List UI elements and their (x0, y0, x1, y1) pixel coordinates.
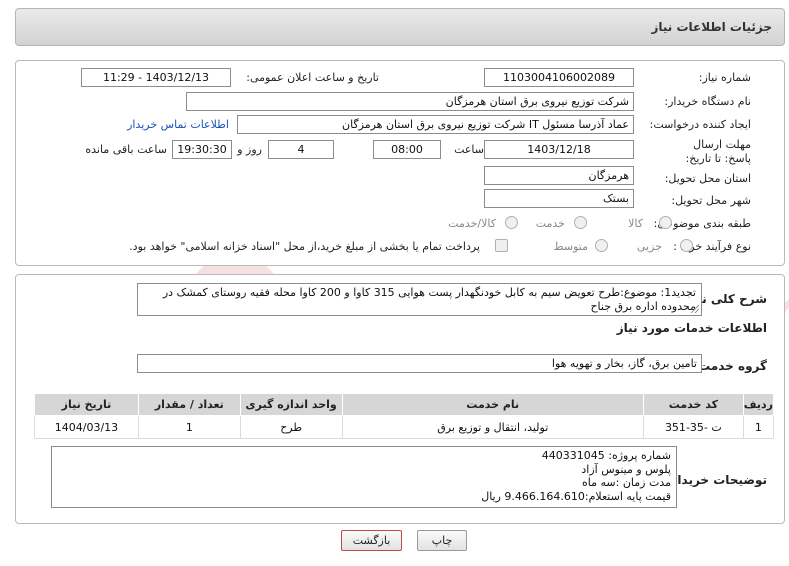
category-goods-label: کالا (628, 217, 643, 230)
col-service-code: کد خدمت (642, 393, 744, 416)
buyer-notes-line: شماره پروژه: 440331045 (541, 449, 671, 462)
col-service-name: نام خدمت (341, 393, 644, 416)
province-label: استان محل تحویل: (664, 172, 751, 185)
category-goods-radio[interactable] (659, 216, 672, 229)
services-table-header: ردیف کد خدمت نام خدمت واحد اندازه گیری ت… (34, 393, 775, 416)
deadline-label: مهلت ارسال پاسخ: تا تاریخ: (681, 138, 751, 166)
process-medium-radio[interactable] (595, 239, 608, 252)
category-goods-service-radio[interactable] (505, 216, 518, 229)
table-row[interactable]: 1 ت -35-351 تولید، انتقال و توزیع برق طر… (34, 415, 775, 439)
buyer-notes-line: پلوس و مینوس آزاد (581, 462, 671, 476)
col-row: ردیف (742, 393, 775, 416)
remaining-days-field[interactable]: 4 (268, 140, 334, 159)
page-title: جزئیات اطلاعات نیاز (651, 20, 772, 34)
deadline-date-field[interactable]: 1403/12/18 (484, 140, 634, 159)
cell-quantity: 1 (137, 415, 241, 439)
summary-text: تجدید1: موضوع:طرح تعویض سیم به کابل خودن… (162, 286, 696, 313)
need-number-label: شماره نیاز: (698, 71, 751, 84)
category-goods-service-label: کالا/خدمت (448, 217, 496, 230)
print-button[interactable]: چاپ (417, 530, 467, 551)
treasury-payment-checkbox[interactable] (495, 239, 508, 252)
deadline-time-field[interactable]: 08:00 (373, 140, 441, 159)
requester-label: ایجاد کننده درخواست: (649, 118, 751, 131)
service-group-field[interactable]: تامین برق، گاز، بخار و تهویه هوا (137, 354, 702, 373)
deadline-label-text: مهلت ارسال پاسخ: تا تاریخ: (685, 138, 751, 165)
cell-service-code: ت -35-351 (642, 415, 744, 439)
process-minor-label: جزیی (636, 240, 662, 253)
page-header: جزئیات اطلاعات نیاز (15, 8, 785, 46)
services-table: ردیف کد خدمت نام خدمت واحد اندازه گیری ت… (34, 393, 775, 439)
cell-unit: طرح (239, 415, 343, 439)
service-group-label: گروه خدمت: (693, 359, 767, 373)
process-medium-label: متوسط (553, 240, 588, 253)
buyer-org-label: نام دستگاه خریدار: (664, 95, 751, 108)
back-button[interactable]: بازگشت (341, 530, 402, 551)
buyer-notes-textarea[interactable]: شماره پروژه: 440331045 پلوس و مینوس آزاد… (51, 446, 677, 508)
remaining-time-label: ساعت باقی مانده (85, 143, 167, 156)
buyer-contact-link[interactable]: اطلاعات تماس خریدار (127, 118, 229, 131)
remaining-time-field[interactable]: 19:30:30 (172, 140, 232, 159)
col-need-date: تاریخ نیاز (34, 393, 139, 416)
buyer-notes-line: قیمت پایه استعلام:9.466.164.610 ریال (481, 489, 671, 503)
announce-datetime-field[interactable]: 1403/12/13 - 11:29 (81, 68, 231, 87)
cell-service-name: تولید، انتقال و توزیع برق (341, 415, 644, 439)
category-service-label: خدمت (535, 217, 565, 230)
col-quantity: تعداد / مقدار (137, 393, 241, 416)
need-number-field[interactable]: 1103004106002089 (484, 68, 634, 87)
cell-need-date: 1404/03/13 (34, 415, 139, 439)
cell-row: 1 (742, 415, 775, 439)
requester-field[interactable]: عماد آذرسا مسئول IT شرکت توزیع نیروی برق… (237, 115, 634, 134)
days-label: روز و (237, 143, 262, 156)
buyer-notes-line: مدت زمان :سه ماه (582, 476, 671, 489)
buyer-org-field[interactable]: شرکت توزیع نیروی برق استان هرمزگان (186, 92, 634, 111)
buyer-notes-label: توضیحات خریدار: (665, 473, 767, 487)
resize-grip-icon[interactable] (691, 305, 699, 313)
process-minor-radio[interactable] (680, 239, 693, 252)
need-info-panel (15, 60, 785, 266)
col-unit: واحد اندازه گیری (239, 393, 343, 416)
summary-textarea[interactable]: تجدید1: موضوع:طرح تعویض سیم به کابل خودن… (137, 283, 702, 316)
province-field[interactable]: هرمزگان (484, 166, 634, 185)
city-field[interactable]: بستک (484, 189, 634, 208)
announce-datetime-label: تاریخ و ساعت اعلان عمومی: (246, 71, 379, 84)
deadline-time-label: ساعت (454, 143, 484, 156)
category-service-radio[interactable] (574, 216, 587, 229)
services-section-title: اطلاعات خدمات مورد نیاز (616, 321, 767, 335)
city-label: شهر محل تحویل: (671, 194, 751, 207)
treasury-payment-note: پرداخت تمام یا بخشی از مبلغ خرید،از محل … (129, 240, 480, 253)
